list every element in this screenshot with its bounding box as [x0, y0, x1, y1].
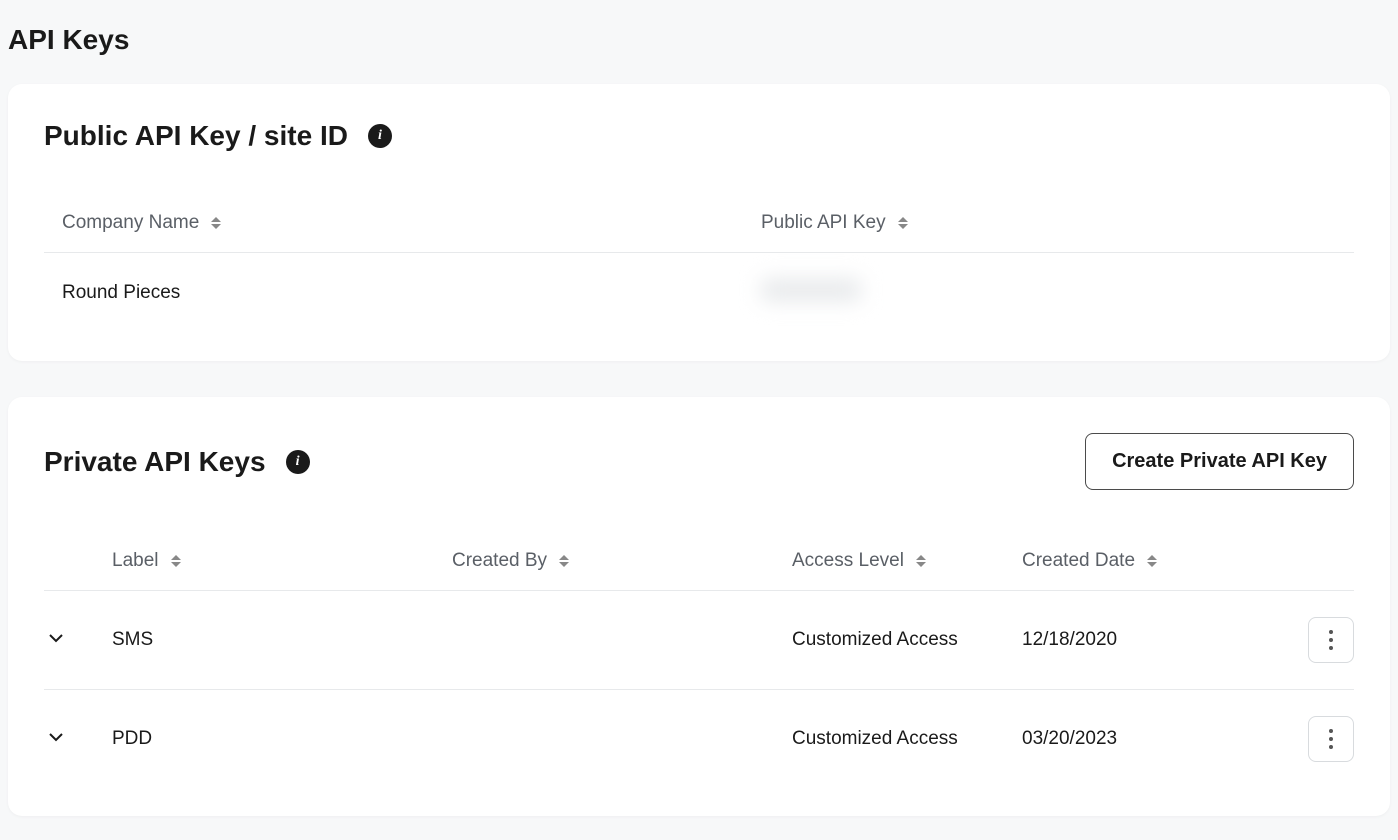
redacted-value — [761, 279, 861, 301]
public-card-title: Public API Key / site ID — [44, 120, 348, 152]
private-card-header: Private API Keys i Create Private API Ke… — [44, 433, 1354, 490]
sort-icon — [559, 555, 569, 567]
sort-icon — [171, 555, 181, 567]
column-label: Public API Key — [761, 212, 886, 234]
cell-created-date: 03/20/2023 — [1022, 690, 1294, 789]
column-header-company-name[interactable]: Company Name — [62, 212, 221, 234]
public-api-key-table: Company Name Public API Key Round Pieces — [44, 200, 1354, 333]
cell-created-date: 12/18/2020 — [1022, 591, 1294, 690]
cell-company-name: Round Pieces — [44, 253, 761, 334]
cell-public-api-key — [761, 253, 1354, 334]
chevron-down-icon[interactable] — [44, 626, 68, 650]
cell-access-level: Customized Access — [792, 690, 1022, 789]
row-actions-button[interactable] — [1308, 617, 1354, 663]
column-header-public-api-key[interactable]: Public API Key — [761, 212, 908, 234]
column-header-created-date[interactable]: Created Date — [1022, 550, 1157, 572]
private-api-keys-card: Private API Keys i Create Private API Ke… — [8, 397, 1390, 816]
public-card-header: Public API Key / site ID i — [44, 120, 1354, 152]
column-header-created-by[interactable]: Created By — [452, 550, 569, 572]
create-private-api-key-button[interactable]: Create Private API Key — [1085, 433, 1354, 490]
column-label: Access Level — [792, 550, 904, 572]
cell-label: SMS — [112, 591, 452, 690]
cell-access-level: Customized Access — [792, 591, 1022, 690]
info-icon[interactable]: i — [368, 124, 392, 148]
cell-label: PDD — [112, 690, 452, 789]
sort-icon — [211, 217, 221, 229]
column-label: Created By — [452, 550, 547, 572]
column-label: Label — [112, 550, 159, 572]
cell-created-by — [452, 690, 792, 789]
table-row: SMS Customized Access 12/18/2020 — [44, 591, 1354, 690]
sort-icon — [916, 555, 926, 567]
page-title: API Keys — [8, 24, 1390, 56]
sort-icon — [898, 217, 908, 229]
cell-created-by — [452, 591, 792, 690]
private-card-title: Private API Keys — [44, 446, 266, 478]
column-label: Created Date — [1022, 550, 1135, 572]
public-api-key-card: Public API Key / site ID i Company Name … — [8, 84, 1390, 361]
chevron-down-icon[interactable] — [44, 725, 68, 749]
info-icon[interactable]: i — [286, 450, 310, 474]
sort-icon — [1147, 555, 1157, 567]
table-row: PDD Customized Access 03/20/2023 — [44, 690, 1354, 789]
column-header-access-level[interactable]: Access Level — [792, 550, 926, 572]
column-header-label[interactable]: Label — [112, 550, 181, 572]
column-label: Company Name — [62, 212, 199, 234]
row-actions-button[interactable] — [1308, 716, 1354, 762]
table-row: Round Pieces — [44, 253, 1354, 334]
private-api-keys-table: Label Created By Access Level — [44, 538, 1354, 788]
